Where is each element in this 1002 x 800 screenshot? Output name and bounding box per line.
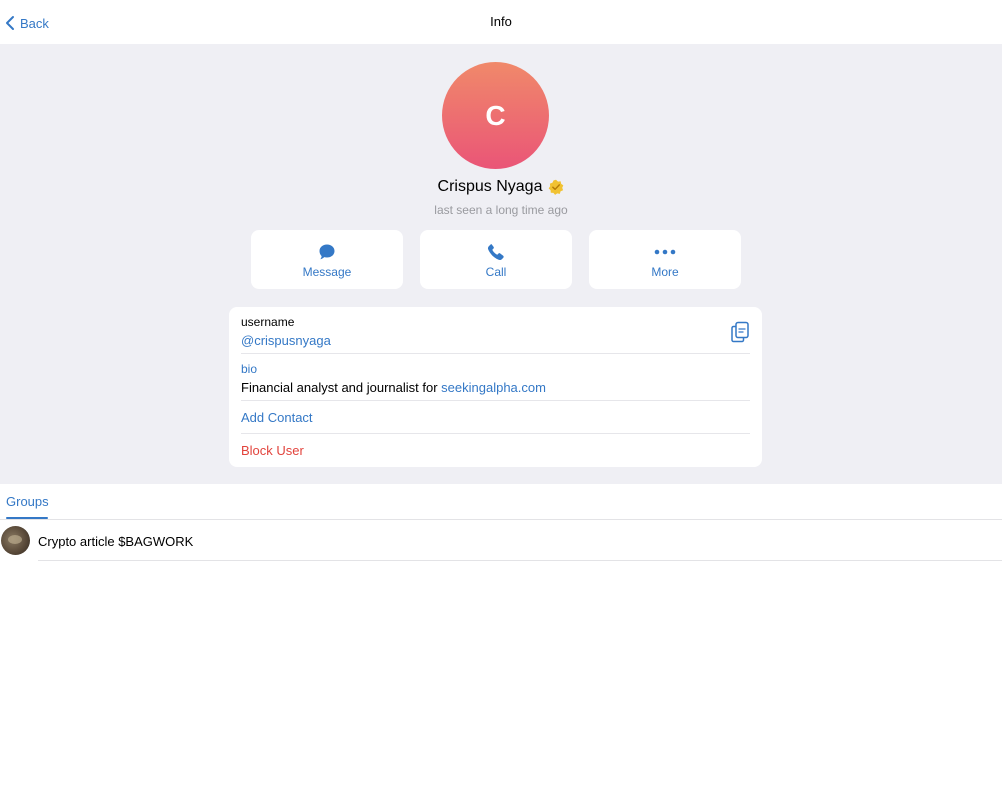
username-value[interactable]: @crispusnyaga (241, 333, 750, 348)
divider (241, 433, 750, 434)
divider (241, 353, 750, 354)
premium-badge-icon[interactable] (548, 179, 564, 195)
block-user-button[interactable]: Block User (241, 443, 750, 458)
action-buttons: Message Call More (251, 230, 741, 289)
more-icon (654, 249, 676, 255)
profile-header: C Crispus Nyaga last seen a long time ag… (0, 44, 1002, 484)
navigation-bar: Back Info (0, 0, 1002, 44)
info-card: username @crispusnyaga bio Financial ana… (229, 307, 762, 467)
more-button[interactable]: More (589, 230, 741, 289)
phone-icon (487, 243, 504, 261)
bio-link[interactable]: seekingalpha.com (441, 380, 546, 395)
page-title: Info (490, 14, 512, 29)
more-label: More (651, 265, 679, 279)
add-contact-button[interactable]: Add Contact (241, 410, 750, 425)
username-row[interactable]: username @crispusnyaga (241, 315, 750, 348)
bio-row: bio Financial analyst and journalist for… (241, 362, 750, 395)
call-label: Call (485, 265, 507, 279)
group-avatar (1, 526, 30, 555)
tab-groups[interactable]: Groups (6, 494, 49, 509)
list-item[interactable]: Crypto article $BAGWORK (0, 520, 1002, 561)
avatar-letter: C (485, 99, 506, 131)
divider (38, 560, 1002, 561)
bio-text: Financial analyst and journalist for see… (241, 380, 750, 395)
name-row: Crispus Nyaga (0, 178, 1002, 196)
group-name: Crypto article $BAGWORK (38, 534, 194, 549)
message-icon (319, 244, 335, 260)
last-seen-status: last seen a long time ago (434, 203, 568, 217)
divider (241, 400, 750, 401)
bio-label: bio (241, 362, 258, 376)
avatar[interactable]: C (442, 62, 549, 169)
copy-icon[interactable] (730, 321, 750, 343)
call-button[interactable]: Call (420, 230, 572, 289)
tabs-bar: Groups (0, 484, 1002, 520)
tab-indicator (6, 517, 48, 519)
message-button[interactable]: Message (251, 230, 403, 289)
bio-text-main: Financial analyst and journalist for (241, 380, 442, 395)
message-label: Message (302, 265, 352, 279)
profile-name: Crispus Nyaga (437, 178, 543, 195)
username-label: username (241, 315, 295, 329)
